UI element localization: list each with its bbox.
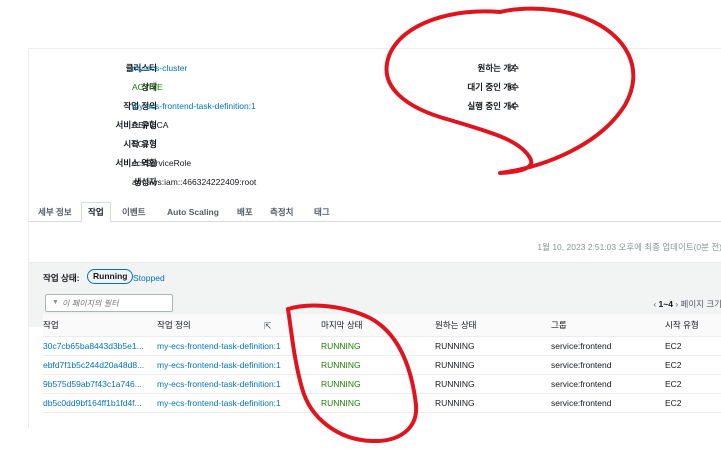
desired-status-cell: RUNNING (435, 336, 551, 356)
task-definition-link[interactable]: my-ecs-frontend-task-definition:1 (157, 355, 321, 375)
detail-row-cluster: 클러스터 my-ecs-cluster 원하는 개수 2 (29, 61, 689, 75)
filter-box[interactable]: ▼ (45, 294, 173, 312)
task-definition-link[interactable]: my-ecs-frontend-task-definition:1 (157, 336, 321, 356)
tasks-table: 작업 작업 정의 마지막 상태 원하는 상태 그룹 시작 유형 30c7cb65… (43, 314, 721, 413)
last-status-cell: RUNNING (321, 336, 435, 356)
creator-value: arn:aws:iam::466324222409:root (132, 177, 257, 187)
launch-type-cell: EC2 (665, 393, 721, 413)
column-header-task-definition[interactable]: 작업 정의 (157, 314, 321, 337)
column-header-launch-type[interactable]: 시작 유형 (665, 314, 721, 337)
tab-deployments[interactable]: 배포 (230, 202, 260, 222)
desired-status-cell: RUNNING (435, 355, 551, 375)
table-row: 30c7cb65ba8443d3b5e1... my-ecs-frontend-… (43, 336, 721, 356)
tab-metrics[interactable]: 측정치 (263, 202, 300, 222)
page-range: 1~4 (658, 299, 673, 309)
task-id-link[interactable]: db5c0dd9bf164ff1b1fd4f... (43, 393, 157, 413)
detail-row-status: 상태 ACTIVE 대기 중인 개수 0 (29, 80, 689, 94)
last-status-cell: RUNNING (321, 374, 435, 394)
table-row: ebfd7f1b5c244d20a48d8... my-ecs-frontend… (43, 355, 721, 375)
group-cell: service:frontend (551, 393, 665, 413)
column-header-task[interactable]: 작업 (43, 314, 157, 337)
column-header-desired-status[interactable]: 원하는 상태 (435, 314, 551, 337)
task-id-link[interactable]: 30c7cb65ba8443d3b5e1... (43, 336, 157, 356)
tab-details[interactable]: 세부 정보 (31, 202, 79, 222)
launch-type-value: EC2 (132, 139, 149, 149)
detail-row-service-type: 서비스 유형 REPLICA (29, 118, 689, 132)
tab-tasks[interactable]: 작업 (81, 202, 111, 223)
task-status-label: 작업 상태: (43, 273, 80, 283)
pending-count-value: 0 (510, 82, 515, 92)
page-size-control[interactable]: › 페이지 크기 (675, 299, 721, 309)
column-header-group[interactable]: 그룹 (551, 314, 665, 337)
launch-type-cell: EC2 (665, 336, 721, 356)
launch-type-cell: EC2 (665, 355, 721, 375)
group-cell: service:frontend (551, 336, 665, 356)
desired-count-value: 2 (510, 63, 515, 73)
ecs-service-page: 클러스터 my-ecs-cluster 원하는 개수 2 상태 ACTIVE 대… (0, 0, 721, 449)
task-definition-link[interactable]: my-ecs-frontend-task-definition:1 (132, 99, 256, 113)
last-status-cell: RUNNING (321, 355, 435, 375)
tab-auto-scaling[interactable]: Auto Scaling (160, 202, 226, 222)
service-type-value: REPLICA (132, 120, 169, 130)
group-cell: service:frontend (551, 374, 665, 394)
launch-type-cell: EC2 (665, 374, 721, 394)
detail-row-creator: 생성자 arn:aws:iam::466324222409:root (29, 175, 689, 189)
task-id-link[interactable]: ebfd7f1b5c244d20a48d8... (43, 355, 157, 375)
filter-input[interactable] (62, 297, 170, 309)
prev-page-button[interactable]: ‹ (653, 299, 656, 309)
mouse-cursor-icon: ⇱ (264, 321, 272, 331)
stopped-filter-link[interactable]: Stopped (133, 271, 165, 285)
detail-row-task-definition: 작업 정의 my-ecs-frontend-task-definition:1 … (29, 99, 689, 113)
cluster-link[interactable]: my-ecs-cluster (132, 61, 187, 75)
service-panel: 클러스터 my-ecs-cluster 원하는 개수 2 상태 ACTIVE 대… (28, 48, 721, 429)
desired-status-cell: RUNNING (435, 393, 551, 413)
desired-status-cell: RUNNING (435, 374, 551, 394)
detail-row-launch-type: 시작 유형 EC2 (29, 137, 689, 151)
task-definition-link[interactable]: my-ecs-frontend-task-definition:1 (157, 374, 321, 394)
status-value: ACTIVE (132, 82, 163, 92)
table-row: 9b575d59ab7f43c1a746... my-ecs-frontend-… (43, 374, 721, 394)
tab-events[interactable]: 이벤트 (115, 202, 152, 222)
table-header-row: 작업 작업 정의 마지막 상태 원하는 상태 그룹 시작 유형 (43, 314, 721, 337)
running-filter-button[interactable]: Running (87, 269, 134, 284)
filter-icon: ▼ (52, 299, 59, 306)
last-updated-text: 1월 10, 2023 2:51:03 오후에 최종 업데이트(0분 전) (537, 242, 721, 252)
task-definition-link[interactable]: my-ecs-frontend-task-definition:1 (157, 393, 321, 413)
detail-row-service-role: 서비스 역할 ecsServiceRole (29, 156, 689, 170)
column-header-last-status[interactable]: 마지막 상태 (321, 314, 435, 337)
last-status-cell: RUNNING (321, 393, 435, 413)
tab-tags[interactable]: 태그 (307, 202, 337, 222)
pagination: ‹ 1~4 › 페이지 크기 (653, 298, 721, 310)
table-row: db5c0dd9bf164ff1b1fd4f... my-ecs-fronten… (43, 393, 721, 413)
service-tabs: 세부 정보 작업 이벤트 Auto Scaling 배포 측정치 태그 (29, 202, 721, 223)
group-cell: service:frontend (551, 355, 665, 375)
task-id-link[interactable]: 9b575d59ab7f43c1a746... (43, 374, 157, 394)
service-role-value: ecsServiceRole (132, 158, 192, 168)
running-count-value: 4 (510, 101, 515, 111)
